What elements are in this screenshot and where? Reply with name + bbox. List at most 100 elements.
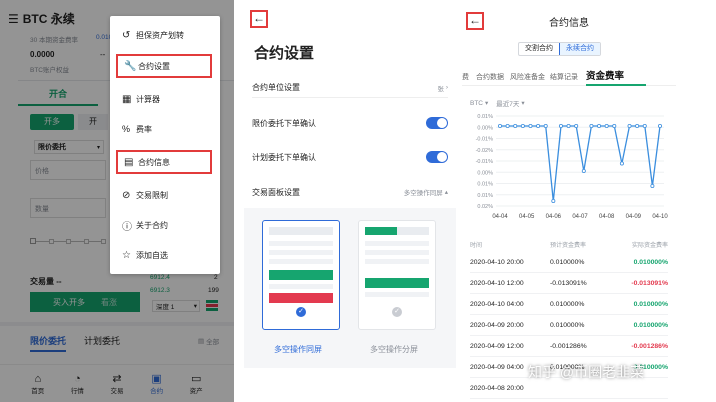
balance-value: 0.0000	[30, 50, 55, 59]
column-header: 预计资金费率	[550, 243, 587, 249]
data-point	[551, 199, 556, 204]
tab-limit-orders[interactable]: 限价委托	[30, 334, 67, 352]
contract-settings-screen: ← 合约设置 合约单位设置 张 › 限价委托下单确认 计划委托下单确认 交易面板…	[244, 0, 456, 402]
long-button[interactable]: 开多	[30, 114, 74, 130]
chevron-down-icon: ▾	[485, 100, 489, 107]
nav-home[interactable]: ⌂ 首页	[31, 373, 44, 395]
nav-market[interactable]: ◔ 行情	[71, 373, 84, 395]
order-type-select[interactable]: 限价委托 ▾	[34, 140, 104, 154]
nav-label: 行情	[70, 387, 84, 395]
tab-funding-rate[interactable]: 资金费率	[586, 68, 646, 86]
option-same-label: 多空操作同屏	[274, 345, 322, 354]
option-same-screen-card[interactable]: ✓	[262, 220, 340, 330]
range-filter[interactable]: 最近7天	[496, 98, 519, 108]
tab-open[interactable]: 开合	[18, 84, 98, 106]
market-icon: ◔	[74, 372, 81, 385]
watermark: 知乎 @币圈老韭菜	[528, 364, 645, 380]
balance-label: BTC账户权益	[30, 67, 69, 74]
data-point	[520, 123, 525, 128]
nav-assets[interactable]: ▭ 资产	[190, 372, 203, 395]
home-icon: ⌂	[34, 372, 42, 385]
price-input[interactable]: 价格	[30, 160, 106, 180]
order-type-value: 限价委托	[38, 144, 66, 151]
option-split-label: 多空操作分屏	[370, 345, 418, 354]
data-point	[635, 123, 640, 128]
chevron-right-icon: ›	[445, 84, 448, 91]
limit-confirm-toggle[interactable]	[426, 117, 448, 129]
option-split-screen-card[interactable]: ✓	[358, 220, 436, 330]
data-point	[597, 123, 602, 128]
all-filter[interactable]: ▤ 全部	[198, 336, 219, 346]
y-tick-label: -0.02%	[476, 148, 494, 154]
ob-qty: 2	[214, 274, 218, 281]
coin-filter[interactable]: BTC	[470, 100, 483, 107]
short-button[interactable]: 开	[78, 114, 108, 130]
depth-select[interactable]: 深度 1 ▾	[152, 300, 200, 312]
table-row: 2020-04-10 20:00 0.010000% 0.010000%	[470, 252, 668, 273]
tab-settlement[interactable]: 结算记录	[550, 72, 586, 82]
tab-plan-orders[interactable]: 计划委托	[84, 334, 120, 347]
segment-perpetual[interactable]: 永续合约	[559, 43, 600, 55]
menu-icon[interactable]: ☰	[8, 12, 19, 26]
setting-label: 交易面板设置	[252, 187, 300, 197]
menu-item-trade-limits[interactable]: ⊘ 交易限制	[116, 184, 214, 206]
leverage-slider[interactable]	[30, 236, 106, 246]
segment-delivery[interactable]: 交割合约	[519, 43, 559, 55]
data-point	[581, 169, 586, 174]
menu-item-calculator[interactable]: ▦ 计算器	[116, 88, 214, 110]
balance-dash: --	[100, 50, 106, 59]
y-tick-label: -0.01%	[476, 137, 494, 143]
menu-item-add-favorite[interactable]: ☆ 添加自选	[116, 244, 214, 266]
menu-item-contract-settings[interactable]: 🔧 合约设置	[116, 54, 212, 78]
x-tick-label: 04-10	[652, 214, 668, 220]
block-icon: ⊘	[122, 189, 131, 201]
nav-trade[interactable]: ⇄ 交易	[110, 372, 123, 395]
tab-contract-data[interactable]: 合约数据	[476, 72, 510, 82]
data-point	[536, 123, 541, 128]
menu-item-fees[interactable]: % 费率	[116, 118, 214, 140]
back-button[interactable]: ←	[250, 10, 268, 28]
data-point	[558, 123, 563, 128]
data-point	[604, 123, 609, 128]
page-title: 合约信息	[549, 18, 589, 29]
setting-value: 张	[437, 85, 444, 93]
orderbook-layout-icon[interactable]	[206, 300, 218, 312]
column-header: 时间	[470, 243, 483, 249]
menu-item-label: 关于合约	[136, 220, 168, 230]
quantity-input[interactable]: 数量	[30, 198, 106, 218]
actual-rate-cell: -0.001286%	[631, 342, 668, 350]
document-icon: ▤	[124, 156, 134, 168]
info-icon: ⓘ	[122, 221, 132, 233]
x-tick-label: 04-05	[519, 214, 535, 220]
menu-item-label: 计算器	[136, 94, 160, 104]
setting-row-panel[interactable]: 交易面板设置 多空操作同屏 ▴	[252, 182, 448, 202]
funding-label: 30 本期资金费率	[30, 37, 79, 44]
table-row: 2020-04-10 04:00 0.010000% 0.010000%	[470, 294, 668, 315]
nav-contract[interactable]: ▣ 合约	[150, 372, 163, 395]
data-point	[513, 123, 518, 128]
expected-rate-cell: 0.010000%	[550, 300, 585, 308]
menu-item-label: 添加自选	[136, 250, 168, 260]
percent-icon: %	[122, 124, 131, 134]
plan-confirm-toggle[interactable]	[426, 151, 448, 163]
setting-row-unit[interactable]: 合约单位设置 张 ›	[252, 78, 448, 98]
menu-item-transfer[interactable]: ↺ 担保资产划转	[116, 24, 214, 46]
tab-risk-reserve[interactable]: 风险准备金	[510, 72, 550, 82]
chevron-up-icon: ▴	[444, 189, 448, 196]
expected-rate-cell: 0.010000%	[550, 258, 585, 266]
time-cell: 2020-04-10 20:00	[470, 258, 524, 266]
menu-item-about[interactable]: ⓘ 关于合约	[116, 214, 214, 236]
ob-price: 6912.3	[150, 287, 170, 294]
menu-item-contract-info[interactable]: ▤ 合约信息	[116, 150, 212, 174]
expected-rate-cell: -0.001286%	[550, 342, 587, 350]
divider	[0, 322, 234, 326]
trade-icon: ⇄	[112, 373, 122, 385]
tab-partial[interactable]: 费	[462, 72, 476, 82]
wrench-icon: 🔧	[124, 60, 137, 72]
x-tick-label: 04-09	[626, 214, 642, 220]
y-tick-label: 0.00%	[477, 170, 493, 176]
setting-row-limit-confirm: 限价委托下单确认	[252, 112, 448, 134]
buy-open-long-button[interactable]: 买入开多 看涨	[30, 292, 140, 312]
wallet-icon: ▭	[190, 373, 202, 385]
y-tick-label: -0.01%	[476, 159, 494, 165]
